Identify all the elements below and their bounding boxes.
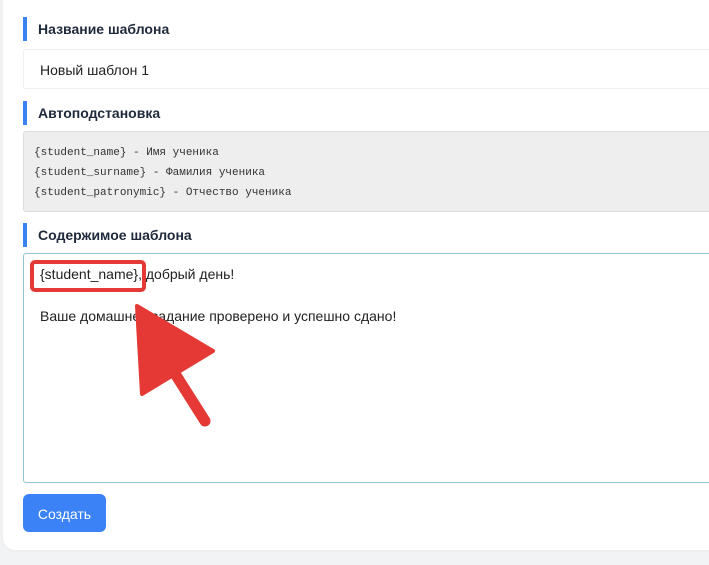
template-name-input[interactable]: Новый шаблон 1 [23, 49, 709, 89]
autosubstitution-box: {student_name} - Имя ученика {student_su… [23, 131, 709, 212]
autosubstitution-line: {student_patronymic} - Отчество ученика [34, 187, 292, 199]
autosubstitution-line: {student_name} - Имя ученика [34, 147, 219, 159]
annotation-highlight-box [30, 260, 146, 292]
autosubstitution-label: Автоподстановка [23, 101, 160, 125]
content-line: Ваше домашнее задание проверено и успешн… [40, 308, 397, 324]
template-name-label: Название шаблона [23, 17, 169, 41]
create-button[interactable]: Создать [23, 494, 106, 532]
autosubstitution-line: {student_surname} - Фамилия ученика [34, 167, 266, 179]
template-content-label: Содержимое шаблона [23, 223, 192, 247]
